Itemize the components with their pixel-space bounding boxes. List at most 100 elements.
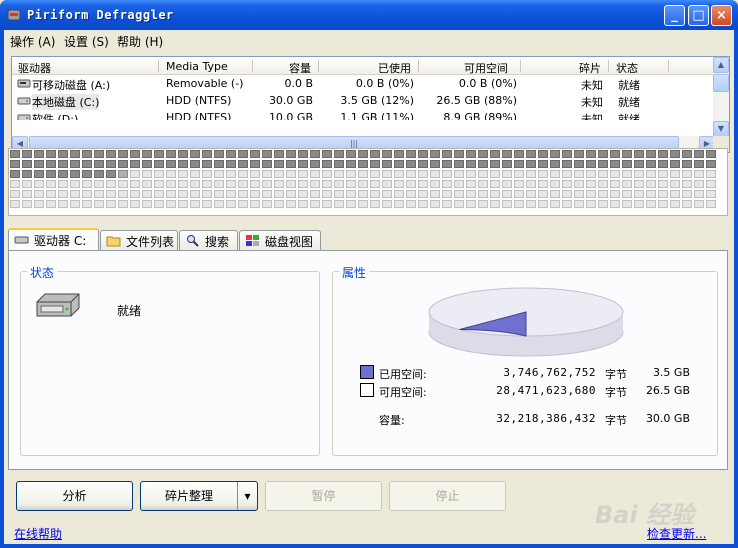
menu-settings[interactable]: 设置 (S) xyxy=(64,33,109,50)
menu-action[interactable]: 操作 (A) xyxy=(10,33,55,50)
cluster-cell xyxy=(430,180,440,188)
cluster-cell xyxy=(442,150,452,158)
cluster-cell xyxy=(370,190,380,198)
cluster-cell xyxy=(694,170,704,178)
cluster-cell xyxy=(106,150,116,158)
col-fragmentation[interactable]: 碎片 xyxy=(579,60,601,76)
cluster-cell xyxy=(118,170,128,178)
cluster-cell xyxy=(394,170,404,178)
cluster-cell xyxy=(418,170,428,178)
drive-capacity: 10.0 GB xyxy=(268,111,313,120)
drive-status: 就绪 xyxy=(618,113,640,120)
cluster-cell xyxy=(382,200,392,208)
scroll-thumb[interactable] xyxy=(713,74,729,92)
cluster-cell xyxy=(142,170,152,178)
cluster-cell xyxy=(466,190,476,198)
cluster-cell xyxy=(298,170,308,178)
analyze-button[interactable]: 分析 xyxy=(16,481,133,511)
tab-file-list[interactable]: 文件列表 xyxy=(100,230,178,250)
col-drive[interactable]: 驱动器 xyxy=(18,60,51,76)
tab-disk-view[interactable]: 磁盘视图 xyxy=(239,230,321,250)
cluster-cell xyxy=(286,190,296,198)
close-button[interactable]: × xyxy=(711,5,732,26)
cluster-cell xyxy=(358,160,368,168)
cluster-cell xyxy=(526,160,536,168)
maximize-button[interactable]: □ xyxy=(688,5,709,26)
title-bar[interactable]: Piriform Defraggler _ □ × xyxy=(0,0,738,30)
cluster-cell xyxy=(106,170,116,178)
cluster-cell xyxy=(70,170,80,178)
cluster-cell xyxy=(70,180,80,188)
col-used[interactable]: 已使用 xyxy=(378,60,411,76)
cluster-cell xyxy=(22,190,32,198)
tab-drive[interactable]: 驱动器 C: xyxy=(8,228,99,251)
pause-button[interactable]: 暂停 xyxy=(265,481,382,511)
cluster-cell xyxy=(82,180,92,188)
drive-media: HDD (NTFS) xyxy=(166,94,232,107)
cluster-cell xyxy=(262,190,272,198)
cluster-cell xyxy=(94,180,104,188)
cluster-cell xyxy=(670,200,680,208)
col-capacity[interactable]: 容量 xyxy=(289,60,311,76)
cluster-cell xyxy=(466,200,476,208)
cluster-cell xyxy=(166,200,176,208)
drive-row[interactable]: 本地磁盘 (C:) HDD (NTFS) 30.0 GB 3.5 GB (12%… xyxy=(12,93,715,110)
cluster-cell xyxy=(166,170,176,178)
cluster-cell xyxy=(514,160,524,168)
cluster-cell xyxy=(22,180,32,188)
cluster-cell xyxy=(118,190,128,198)
cluster-cell xyxy=(94,190,104,198)
cluster-cell xyxy=(406,150,416,158)
drive-list-header: 驱动器 Media Type 容量 已使用 可用空间 碎片 状态 xyxy=(12,57,715,75)
cluster-cell xyxy=(454,170,464,178)
tab-search[interactable]: 搜索 xyxy=(179,230,238,250)
cluster-cell xyxy=(694,150,704,158)
cluster-cell xyxy=(646,200,656,208)
drive-row[interactable]: 软件 (D:) HDD (NTFS) 10.0 GB 1.1 GB (11%) … xyxy=(12,110,715,120)
cluster-cell xyxy=(262,170,272,178)
cluster-cell xyxy=(202,150,212,158)
drive-row[interactable]: 可移动磁盘 (A:) Removable (-) 0.0 B 0.0 B (0%… xyxy=(12,76,715,92)
cluster-cell xyxy=(130,170,140,178)
cluster-cell xyxy=(250,180,260,188)
cluster-cell xyxy=(682,180,692,188)
cluster-cell xyxy=(214,200,224,208)
col-status[interactable]: 状态 xyxy=(616,60,638,76)
cluster-cell xyxy=(322,200,332,208)
cluster-cell xyxy=(298,160,308,168)
cluster-cell xyxy=(46,180,56,188)
online-help-link[interactable]: 在线帮助 xyxy=(14,525,62,542)
drive-list[interactable]: 驱动器 Media Type 容量 已使用 可用空间 碎片 状态 可移动磁盘 (… xyxy=(11,56,730,153)
cluster-cell xyxy=(142,180,152,188)
cluster-cell xyxy=(634,200,644,208)
drive-used: 1.1 GB (11%) xyxy=(340,111,414,120)
cluster-cell xyxy=(202,180,212,188)
col-media-type[interactable]: Media Type xyxy=(166,60,228,73)
cluster-cell xyxy=(70,200,80,208)
defrag-button[interactable]: 碎片整理 ▾ xyxy=(140,481,258,511)
cluster-cell xyxy=(598,190,608,198)
cluster-cell xyxy=(130,160,140,168)
scroll-up-icon[interactable]: ▲ xyxy=(713,57,729,73)
menu-help[interactable]: 帮助 (H) xyxy=(117,33,163,50)
cluster-cell xyxy=(70,150,80,158)
vertical-scrollbar[interactable]: ▲ ▼ xyxy=(713,57,729,137)
cluster-cell xyxy=(58,170,68,178)
defrag-dropdown-icon[interactable]: ▾ xyxy=(237,482,257,510)
drive-frag: 未知 xyxy=(581,96,603,109)
cluster-cell xyxy=(322,170,332,178)
scroll-down-icon[interactable]: ▼ xyxy=(713,121,729,137)
cluster-cell xyxy=(190,150,200,158)
cluster-map[interactable] xyxy=(8,148,728,216)
cluster-cell xyxy=(322,190,332,198)
cluster-cell xyxy=(166,180,176,188)
col-free[interactable]: 可用空间 xyxy=(464,60,508,76)
cluster-cell xyxy=(274,160,284,168)
minimize-button[interactable]: _ xyxy=(664,5,685,26)
cluster-cell xyxy=(514,200,524,208)
cluster-cell xyxy=(706,170,716,178)
cluster-cell xyxy=(70,160,80,168)
stop-button[interactable]: 停止 xyxy=(389,481,506,511)
cluster-cell xyxy=(646,160,656,168)
cluster-cell xyxy=(610,190,620,198)
